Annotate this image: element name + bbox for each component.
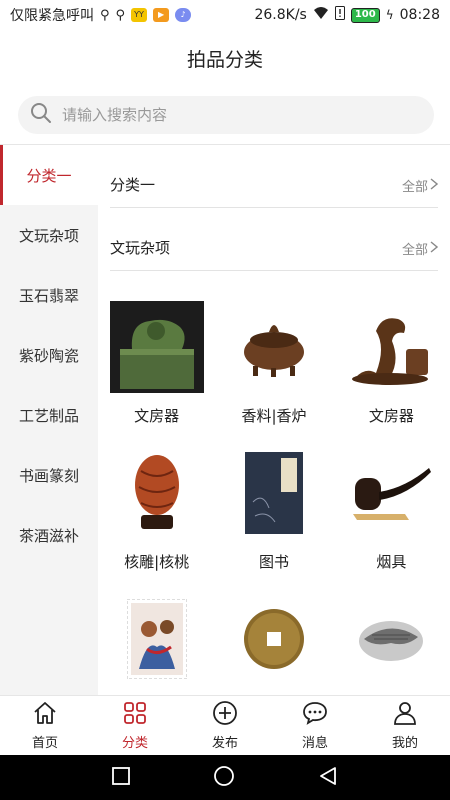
stamp-image (109, 591, 205, 687)
network-speed: 26.8K/s (254, 7, 307, 23)
tab-label: 发布 (211, 736, 238, 751)
grid-item-label: 文房器 (368, 407, 414, 425)
message-icon (302, 700, 328, 730)
jade-seal-image (109, 299, 205, 395)
walnut-carving-image (109, 445, 205, 541)
music-notification-icon: ♪ (175, 8, 192, 22)
grid-item[interactable]: 图书 (215, 445, 332, 591)
battery-indicator: 100 (350, 7, 380, 23)
charging-icon: ϟ (385, 8, 394, 22)
section-header: 文玩杂项 全部 (110, 208, 439, 271)
dragon-brush-rest-image (343, 299, 439, 395)
sidebar-item-label: 书画篆刻 (18, 466, 79, 485)
tab-category[interactable]: 分类 (90, 696, 180, 755)
search-input[interactable] (62, 106, 402, 124)
category-sidebar: 分类一 文玩杂项 玉石翡翠 紫砂陶瓷 工艺制品 书画篆刻 茶酒滋补 (0, 145, 98, 695)
grid-item[interactable]: 邮票 (98, 591, 215, 695)
system-nav-bar (0, 755, 450, 800)
category-content: 分类一 全部 文玩杂项 全部 文房器 香料|香炉 文房器 核雕|核桃 图书 烟具 (98, 145, 450, 695)
grid-item[interactable]: 文房器 (333, 299, 450, 445)
sim-alert-icon (334, 6, 345, 24)
back-button[interactable] (318, 766, 338, 790)
search-bar[interactable] (18, 96, 434, 134)
chevron-right-icon (430, 177, 439, 194)
grid-item[interactable]: 文房器 (98, 299, 215, 445)
tab-label: 消息 (301, 736, 328, 751)
usb-icon-2: ⚲ (115, 7, 126, 23)
sidebar-item-label: 文玩杂项 (18, 226, 79, 245)
view-all-label: 全部 (401, 180, 428, 195)
sidebar-item-pottery[interactable]: 紫砂陶瓷 (0, 325, 98, 385)
sidebar-item-label: 紫砂陶瓷 (18, 346, 79, 365)
grid-item[interactable]: 核雕|核桃 (98, 445, 215, 591)
chevron-right-icon (430, 240, 439, 257)
book-image (226, 445, 322, 541)
page-header: 拍品分类 (0, 30, 450, 86)
grid-item[interactable]: 香料|香炉 (215, 299, 332, 445)
sidebar-item-crafts[interactable]: 工艺制品 (0, 385, 98, 445)
sidebar-item-category-one[interactable]: 分类一 (0, 145, 98, 205)
app-notification-icon: YY (131, 8, 148, 22)
subcategory-grid: 文房器 香料|香炉 文房器 核雕|核桃 图书 烟具 (98, 299, 450, 695)
sidebar-item-label: 茶酒滋补 (18, 526, 79, 545)
sidebar-item-jade[interactable]: 玉石翡翠 (0, 265, 98, 325)
grid-item[interactable]: 化石 (333, 591, 450, 695)
video-notification-icon: ▶ (153, 8, 170, 22)
search-icon (30, 102, 52, 128)
usb-icon: ⚲ (100, 7, 110, 23)
section-title: 文玩杂项 (110, 239, 171, 257)
section-title: 分类一 (110, 176, 156, 194)
sidebar-item-tea-wine[interactable]: 茶酒滋补 (0, 505, 98, 565)
tab-label: 我的 (391, 736, 418, 751)
publish-icon (212, 700, 238, 730)
tab-messages[interactable]: 消息 (270, 696, 360, 755)
coin-image (226, 591, 322, 687)
clock: 08:28 (399, 7, 440, 23)
sidebar-item-label: 分类一 (26, 166, 72, 185)
home-icon (32, 700, 58, 730)
status-bar: 仅限紧急呼叫 ⚲ ⚲ YY ▶ ♪ 26.8K/s 100 ϟ 08:28 (0, 0, 450, 30)
bottom-tab-bar: 首页 分类 发布 消息 我的 (0, 695, 450, 755)
profile-icon (392, 700, 418, 730)
wifi-icon (313, 6, 329, 24)
sidebar-item-label: 玉石翡翠 (18, 286, 79, 305)
tab-home[interactable]: 首页 (0, 696, 90, 755)
pipe-image (343, 445, 439, 541)
tab-profile[interactable]: 我的 (360, 696, 450, 755)
sidebar-item-label: 工艺制品 (18, 406, 79, 425)
grid-item-label: 图书 (258, 553, 289, 571)
fossil-image (343, 591, 439, 687)
section-header: 分类一 全部 (110, 145, 439, 208)
grid-item-label: 烟具 (376, 553, 407, 571)
carrier-text: 仅限紧急呼叫 (10, 8, 94, 24)
category-icon (122, 700, 148, 730)
grid-item-label: 核雕|核桃 (124, 553, 190, 571)
grid-item[interactable]: 钱币 (215, 591, 332, 695)
recent-apps-button[interactable] (111, 766, 130, 789)
view-all-link[interactable]: 全部 (401, 239, 439, 258)
grid-item[interactable]: 烟具 (333, 445, 450, 591)
grid-item-label: 文房器 (134, 407, 180, 425)
grid-item-label: 香料|香炉 (241, 407, 307, 425)
incense-burner-image (226, 299, 322, 395)
sidebar-item-curios[interactable]: 文玩杂项 (0, 205, 98, 265)
home-button[interactable] (213, 765, 235, 791)
tab-publish[interactable]: 发布 (180, 696, 270, 755)
view-all-link[interactable]: 全部 (401, 176, 439, 195)
view-all-label: 全部 (401, 243, 428, 258)
tab-label: 首页 (31, 736, 58, 751)
tab-label: 分类 (121, 736, 148, 751)
page-title: 拍品分类 (186, 48, 263, 71)
sidebar-item-calligraphy[interactable]: 书画篆刻 (0, 445, 98, 505)
